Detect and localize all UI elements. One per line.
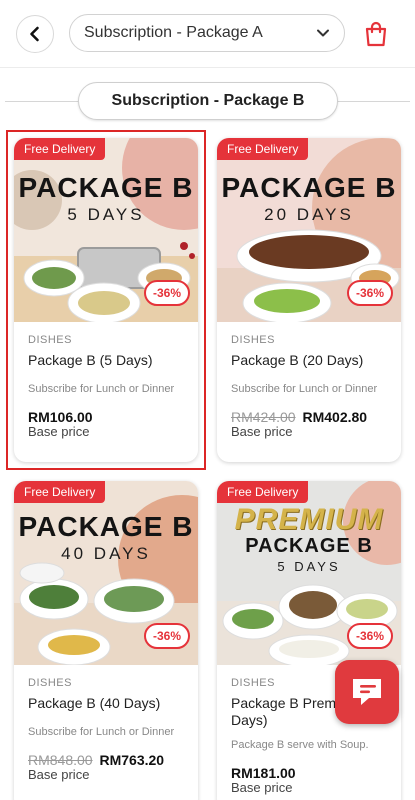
product-name[interactable]: Package B (20 Days) (231, 352, 387, 369)
product-price: RM106.00 (28, 409, 93, 425)
package-select[interactable]: Subscription - Package A (69, 14, 345, 52)
product-price: RM402.80 (302, 409, 368, 425)
free-delivery-badge: Free Delivery (14, 138, 106, 160)
product-old-price: RM848.00 (28, 752, 93, 768)
product-name[interactable]: Package B (5 Days) (28, 352, 184, 369)
discount-badge: -36% (144, 280, 190, 306)
cart-button[interactable] (362, 20, 390, 48)
product-card-package-b-40-days[interactable]: Free Delivery PACKAGE B 40 DAYS -36% DIS… (14, 481, 198, 800)
product-category: DISHES (28, 677, 72, 689)
chevron-left-icon (30, 26, 39, 42)
price-note: Base price (231, 780, 293, 795)
product-image: Free Delivery PACKAGE B 5 DAYS -36% (14, 138, 198, 322)
image-title: PACKAGE B (18, 172, 194, 203)
price-note: Base price (28, 424, 90, 439)
product-card-package-b-5-days[interactable]: Free Delivery PACKAGE B 5 DAYS -36% DISH… (14, 138, 198, 462)
product-card-package-b-20-days[interactable]: Free Delivery PACKAGE B 20 DAYS -36% DIS… (217, 138, 401, 462)
price-row: RM181.00 (231, 765, 387, 781)
product-description: Subscribe for Lunch or Dinner (231, 383, 378, 395)
product-image: Free Delivery PREMIUM PACKAGE B 5 DAYS -… (217, 481, 401, 665)
product-description: Subscribe for Lunch or Dinner (28, 383, 175, 395)
product-category: DISHES (231, 334, 275, 346)
image-title: PACKAGE B (245, 535, 373, 557)
price-row: RM848.00 RM763.20 (28, 752, 184, 768)
product-image: Free Delivery PACKAGE B 20 DAYS -36% (217, 138, 401, 322)
free-delivery-badge: Free Delivery (217, 481, 309, 503)
product-description: Package B serve with Soup. (231, 739, 369, 751)
free-delivery-badge: Free Delivery (14, 481, 106, 503)
product-old-price: RM424.00 (231, 409, 296, 425)
image-title: PACKAGE B (18, 511, 194, 542)
product-price: RM181.00 (231, 765, 296, 781)
product-description: Subscribe for Lunch or Dinner (28, 726, 175, 738)
discount-badge: -36% (347, 280, 393, 306)
back-button[interactable] (16, 15, 54, 53)
chat-bubble-icon (353, 679, 381, 705)
price-row: RM424.00 RM402.80 (231, 409, 387, 425)
chat-button[interactable] (335, 660, 399, 724)
product-category: DISHES (28, 334, 72, 346)
image-subtitle: 40 DAYS (61, 544, 151, 563)
price-note: Base price (28, 767, 90, 782)
free-delivery-badge: Free Delivery (217, 138, 309, 160)
package-select-value: Subscription - Package A (84, 24, 263, 41)
product-image: Free Delivery PACKAGE B 40 DAYS -36% (14, 481, 198, 665)
image-premium-label: PREMIUM (234, 503, 384, 536)
product-name[interactable]: Package B (40 Days) (28, 695, 184, 712)
discount-badge: -36% (347, 623, 393, 649)
image-subtitle: 5 DAYS (67, 205, 145, 224)
price-row: RM106.00 (28, 409, 184, 425)
discount-badge: -36% (144, 623, 190, 649)
image-subtitle: 5 DAYS (277, 559, 341, 574)
price-note: Base price (231, 424, 293, 439)
section-title: Subscription - Package B (78, 82, 338, 120)
product-card-package-b-premium-5-days[interactable]: Free Delivery PREMIUM PACKAGE B 5 DAYS -… (217, 481, 401, 800)
chevron-down-icon (317, 29, 329, 37)
product-price: RM763.20 (99, 752, 165, 768)
shopping-bag-icon (365, 21, 387, 47)
top-bar: Subscription - Package A (0, 0, 415, 68)
image-subtitle: 20 DAYS (264, 205, 354, 224)
image-title: PACKAGE B (221, 172, 397, 203)
